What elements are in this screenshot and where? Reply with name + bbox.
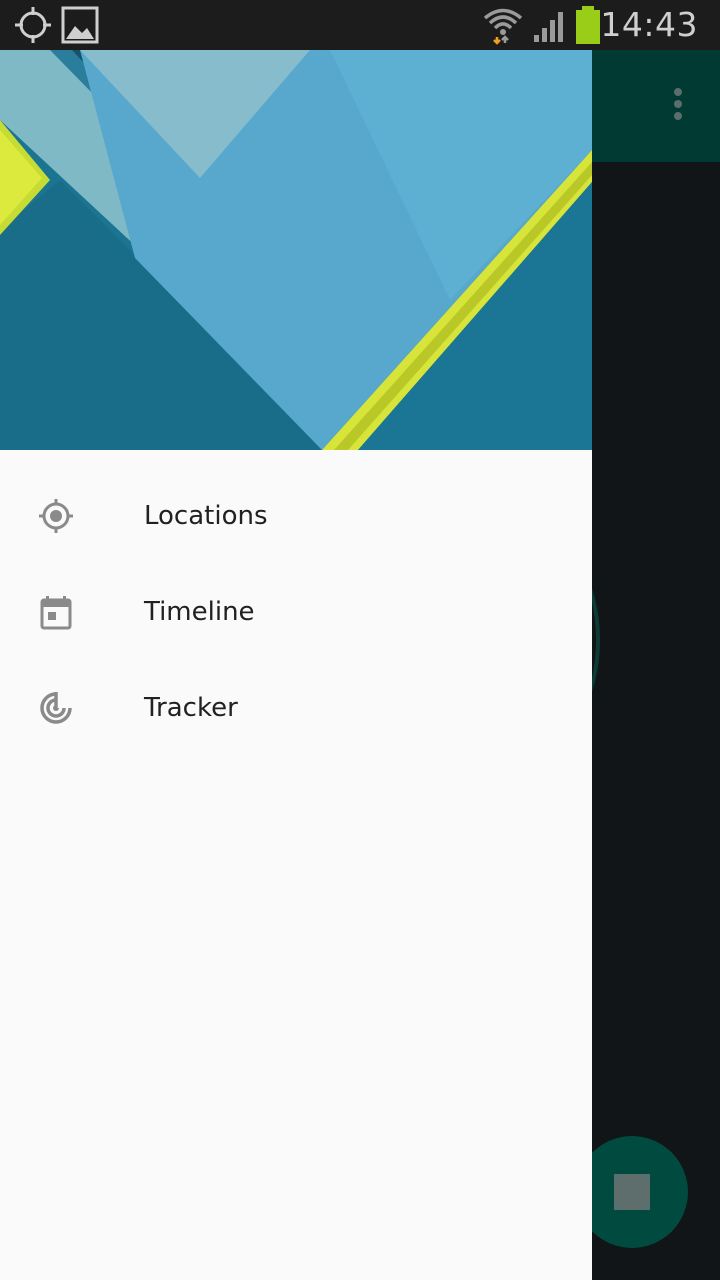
battery-icon [576, 6, 600, 44]
radar-icon [40, 692, 72, 724]
status-bar: 14:43 [0, 0, 720, 50]
navigation-drawer: Locations Timeline Tracker [0, 50, 592, 1280]
status-clock: 14:43 [600, 5, 698, 44]
stop-tracking-button[interactable] [576, 1136, 688, 1248]
drawer-header-image [0, 50, 592, 450]
stop-icon [614, 1174, 650, 1210]
menu-item-label: Timeline [144, 597, 255, 627]
calendar-icon [40, 596, 72, 630]
wifi-icon [483, 8, 523, 45]
menu-item-label: Tracker [144, 693, 238, 723]
menu-item-timeline[interactable]: Timeline [0, 564, 592, 660]
menu-item-tracker[interactable]: Tracker [0, 660, 592, 756]
gps-icon [15, 7, 51, 43]
signal-icon [534, 12, 563, 42]
overflow-menu-icon[interactable] [666, 88, 690, 128]
menu-item-locations[interactable]: Locations [0, 468, 592, 564]
image-notification-icon [61, 6, 99, 44]
gps-fixed-icon [39, 499, 73, 533]
menu-item-label: Locations [144, 501, 268, 531]
